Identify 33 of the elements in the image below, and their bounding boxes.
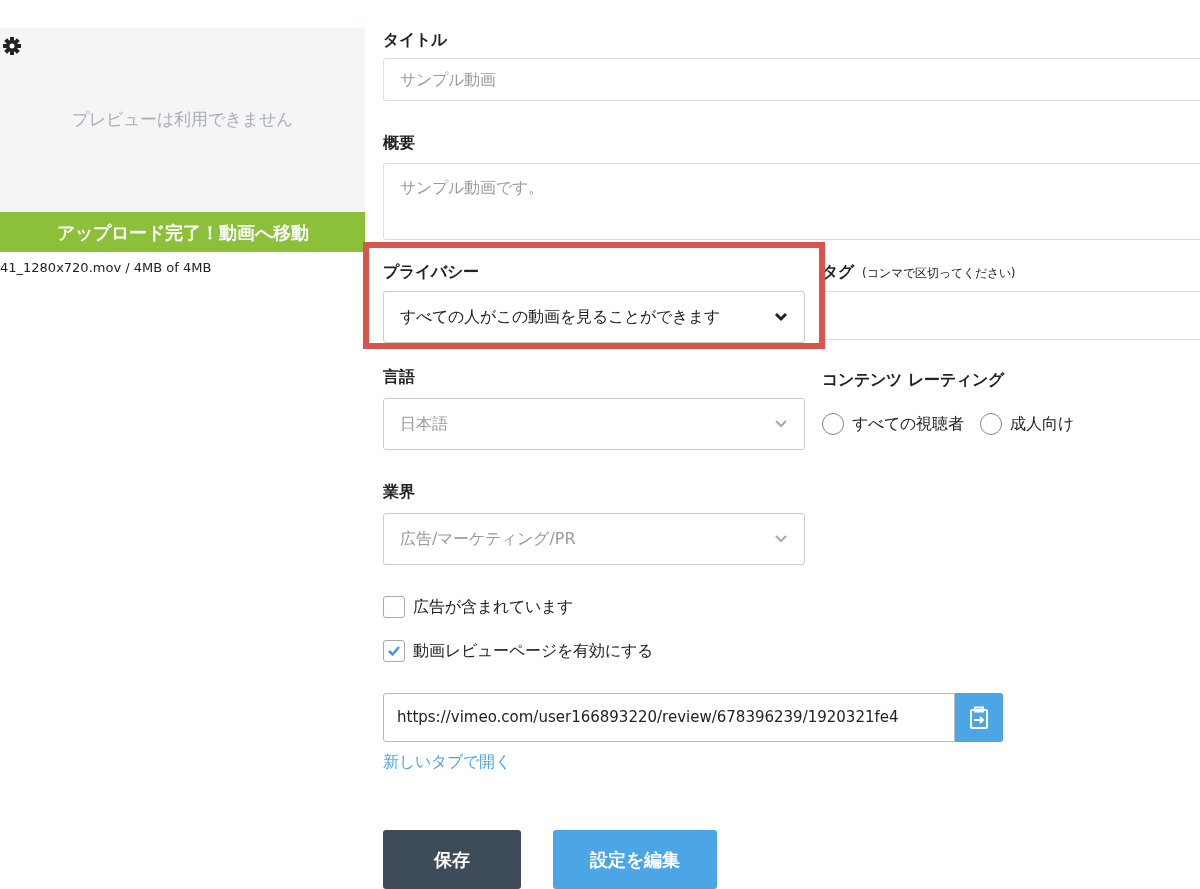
file-info: 41_1280x720.mov / 4MB of 4MB xyxy=(0,259,213,277)
field-label: 業界 xyxy=(383,482,415,501)
save-button[interactable]: 保存 xyxy=(383,830,521,889)
upload-complete-banner[interactable]: アップロード完了！動画へ移動 xyxy=(0,212,365,252)
radio-button[interactable] xyxy=(980,413,1002,435)
tags-field[interactable] xyxy=(822,291,1200,340)
chevron-down-icon xyxy=(774,312,788,322)
field-label: 言語 xyxy=(383,367,415,386)
checkbox-label: 広告が含まれています xyxy=(413,596,573,618)
radio-button[interactable] xyxy=(822,413,844,435)
checkbox-label: 動画レビューページを有効にする xyxy=(413,640,653,662)
description-field[interactable]: サンプル動画です。 xyxy=(383,163,1200,240)
dropdown-select[interactable]: すべての人がこの動画を見ることができます xyxy=(383,291,805,343)
field-label: タグ xyxy=(822,262,854,282)
preview-message: プレビューは利用できません xyxy=(72,108,293,132)
field-label: 概要 xyxy=(383,133,415,153)
field-label: コンテンツ レーティング xyxy=(822,370,1004,389)
radio-label: すべての視聴者 xyxy=(852,413,964,435)
clipboard-icon xyxy=(969,705,989,730)
tags-hint: (コンマで区切ってください) xyxy=(862,265,1016,282)
review-url-field[interactable]: https://vimeo.com/user166893220/review/678396239/1920321fe4 xyxy=(383,693,955,742)
chevron-down-icon xyxy=(774,534,788,544)
checkmark-icon xyxy=(387,645,401,657)
radio-label: 成人向け xyxy=(1010,413,1074,435)
checkbox[interactable] xyxy=(383,596,405,618)
open-in-new-tab-link[interactable]: 新しいタブで開く xyxy=(383,750,1200,774)
edit-settings-button[interactable]: 設定を編集 xyxy=(553,830,717,889)
chevron-down-icon xyxy=(774,419,788,429)
title-field[interactable]: サンプル動画 xyxy=(383,58,1200,102)
checkbox[interactable] xyxy=(383,640,405,662)
field-label: タイトル xyxy=(383,30,448,50)
copy-button[interactable] xyxy=(955,693,1003,742)
field-label: プライバシー xyxy=(383,262,480,282)
